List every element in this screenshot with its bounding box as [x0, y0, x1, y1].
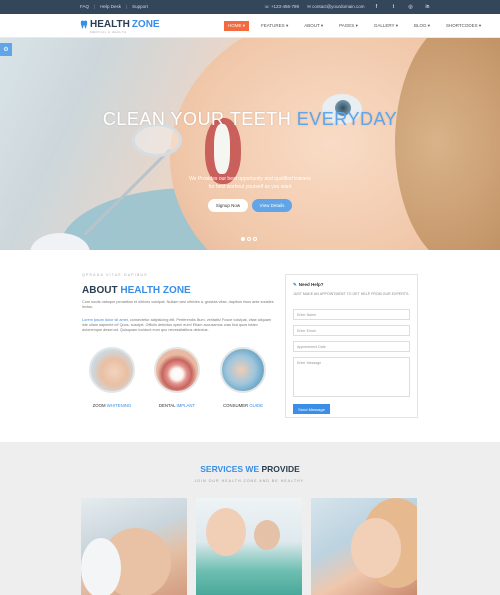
hero-title: CLEAN YOUR TEETH EVERYDAY — [102, 109, 398, 129]
faq-link[interactable]: FAQ — [80, 4, 89, 9]
slider-dots — [241, 237, 257, 241]
divider: | — [125, 4, 128, 9]
services-subtitle: JOIN OUR HEALTH ZONE AND BE HEALTHY. — [194, 479, 306, 483]
feature-consumer-guide[interactable]: CONSUMER GUIDE — [218, 347, 268, 408]
feature-image — [154, 347, 200, 393]
feature-image — [220, 347, 266, 393]
top-links: FAQ | Help Desk | Support — [80, 4, 148, 9]
feature-label: ZOOM WHITENING — [92, 403, 132, 408]
nav-features[interactable]: FEATURES ▾ — [257, 21, 292, 31]
feature-label: CONSUMER GUIDE — [223, 403, 263, 408]
nav-gallery[interactable]: GALLERY ▾ — [370, 21, 402, 31]
logo-accent-text: ZONE — [131, 19, 160, 30]
about-title: ABOUT HEALTH ZONE — [82, 285, 191, 296]
help-desk-link[interactable]: Help Desk — [100, 4, 121, 9]
form-description: JUST MAKE AN APPOINTMENT TO GET HELP FRO… — [293, 292, 410, 296]
hero-slider: CLEAN YOUR TEETH EVERYDAY We Provides ou… — [0, 38, 500, 250]
email-info[interactable]: ✉ contact@yourdomain.com — [307, 4, 364, 10]
about-paragraph-1: Cum sociis natoque penatibus et ultrices… — [82, 300, 274, 310]
divider: | — [94, 4, 96, 9]
email-address: contact@yourdomain.com — [312, 4, 365, 9]
service-image-2[interactable] — [196, 498, 302, 595]
site-header: HEALTH ZONE MEDICAL & HEALTH HOME ▾ FEAT… — [0, 14, 500, 38]
nav-shortcodes[interactable]: SHORTCODES ▾ — [442, 21, 485, 31]
service-image-3[interactable] — [311, 498, 417, 595]
tooth-icon — [80, 20, 88, 29]
phone-icon: ☏ — [264, 4, 270, 9]
email-field[interactable]: Enter Email — [293, 325, 410, 336]
site-logo[interactable]: HEALTH ZONE MEDICAL & HEALTH — [80, 19, 160, 34]
phone-info: ☏ +123-456-789 — [264, 4, 299, 10]
name-field[interactable]: Enter Name — [293, 309, 410, 320]
instagram-icon[interactable]: ◎ — [406, 2, 415, 11]
view-details-button[interactable]: View Details — [252, 199, 292, 212]
signup-button[interactable]: Signup Now — [208, 199, 248, 212]
about-paragraph-2: Lorem ipsum dolor sit amet, consectetur … — [82, 318, 272, 333]
send-message-button[interactable]: Send Message — [293, 404, 330, 414]
feature-image — [89, 347, 135, 393]
feature-label: DENTAL IMPLANT — [158, 403, 196, 408]
top-bar: FAQ | Help Desk | Support ☏ +123-456-789… — [0, 0, 500, 14]
form-title: ✎ Need Help? — [293, 282, 324, 287]
main-nav: HOME ▾ FEATURES ▾ ABOUT ▾ PAGES ▾ GALLER… — [224, 21, 485, 31]
hero-image-hair — [395, 38, 500, 250]
logo-main-text: HEALTH — [90, 19, 130, 30]
services-section: SERVICES WE PROVIDE JOIN OUR HEALTH ZONE… — [0, 442, 500, 595]
settings-toggle-icon[interactable]: ⚙ — [0, 43, 12, 56]
slider-dot[interactable] — [253, 237, 257, 241]
twitter-icon[interactable]: t — [389, 2, 398, 11]
linkedin-icon[interactable]: in — [423, 2, 432, 11]
hero-subtitle-line1: We Provides our best opportunity and qua… — [189, 176, 311, 182]
mail-icon: ✉ — [307, 4, 311, 9]
edit-icon: ✎ — [293, 282, 297, 287]
appointment-form: ✎ Need Help? JUST MAKE AN APPOINTMENT TO … — [285, 274, 418, 418]
facebook-icon[interactable]: f — [372, 2, 381, 11]
support-link[interactable]: Support — [132, 4, 148, 9]
phone-number: +123-456-789 — [270, 4, 300, 9]
feature-zoom-whitening[interactable]: ZOOM WHITENING — [87, 347, 137, 408]
date-field[interactable]: Appointment Date — [293, 341, 410, 352]
services-title: SERVICES WE PROVIDE — [200, 464, 300, 474]
nav-home[interactable]: HOME ▾ — [224, 21, 250, 31]
about-eyebrow: QPRADA VITAE DAPIBUS — [82, 273, 148, 277]
slider-dot[interactable] — [241, 237, 245, 241]
message-field[interactable]: Enter Message — [293, 357, 410, 397]
service-image-1[interactable] — [81, 498, 187, 595]
nav-blog[interactable]: BLOG ▾ — [410, 21, 434, 31]
nav-pages[interactable]: PAGES ▾ — [335, 21, 362, 31]
social-icons: f t ◎ in — [372, 2, 432, 11]
contact-info: ☏ +123-456-789 ✉ contact@yourdomain.com — [264, 4, 364, 10]
nav-about[interactable]: ABOUT ▾ — [300, 21, 327, 31]
hero-subtitle-line2: for best workout yourself as you want — [208, 184, 292, 190]
slider-dot[interactable] — [247, 237, 251, 241]
logo-tagline: MEDICAL & HEALTH — [90, 30, 127, 34]
feature-dental-implant[interactable]: DENTAL IMPLANT — [152, 347, 202, 408]
